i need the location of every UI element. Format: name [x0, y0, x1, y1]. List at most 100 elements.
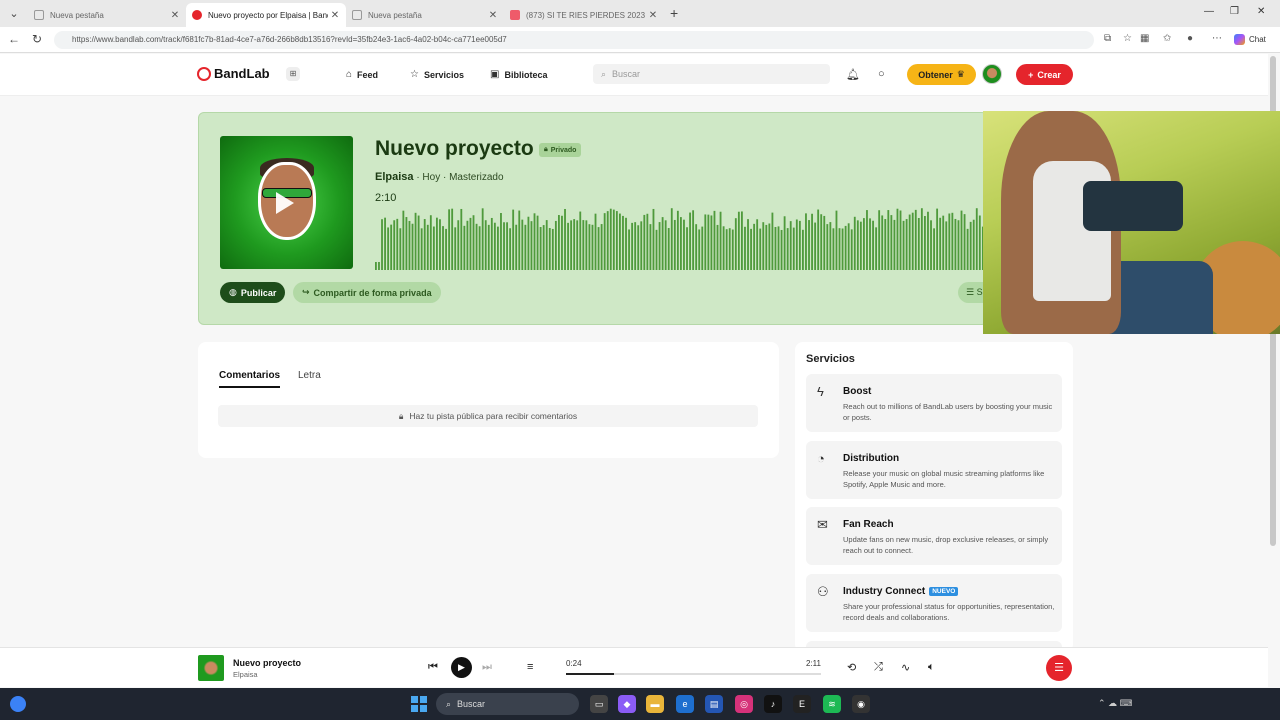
tab-title: Nueva pestaña: [50, 10, 104, 20]
waveform-bar: [588, 224, 591, 270]
service-boost[interactable]: ϟ Boost Reach out to millions of BandLab…: [806, 374, 1062, 432]
play-icon[interactable]: [276, 192, 294, 214]
waveform-bar: [527, 216, 530, 270]
compartir-privado-button[interactable]: ↪ Compartir de forma privada: [293, 282, 441, 303]
close-icon[interactable]: ✕: [328, 10, 342, 21]
player-artist[interactable]: Elpaisa: [233, 670, 258, 679]
tab-letra[interactable]: Letra: [298, 370, 321, 381]
play-button[interactable]: ▶: [451, 657, 472, 678]
player-thumbnail[interactable]: [198, 655, 224, 681]
waveform-bar: [396, 218, 399, 270]
favorite-star-icon[interactable]: ☆: [1123, 33, 1132, 44]
reload-icon[interactable]: ↻: [32, 32, 42, 46]
waveform-bar: [622, 215, 624, 270]
crear-button[interactable]: + Crear: [1016, 64, 1073, 85]
shuffle-icon[interactable]: ⤮: [874, 661, 883, 674]
waveform-bar: [859, 221, 862, 270]
epic-games-icon[interactable]: E: [793, 695, 811, 713]
app-available-icon[interactable]: ⧉: [1104, 33, 1111, 44]
back-icon[interactable]: ←: [8, 32, 20, 46]
waveform-bar: [594, 213, 597, 270]
waveform-bar: [686, 227, 688, 270]
waveform-bar: [585, 220, 588, 270]
close-icon[interactable]: ✕: [646, 10, 660, 21]
spotify-icon[interactable]: ≋: [823, 695, 841, 713]
restore-icon[interactable]: ❐: [1230, 6, 1239, 17]
waveform-bar: [884, 219, 887, 270]
file-explorer-icon[interactable]: ▬: [646, 695, 664, 713]
waveform-bar: [823, 215, 826, 270]
queue-icon[interactable]: ≡: [527, 661, 533, 673]
service-fan-reach[interactable]: ✉ Fan Reach Update fans on new music, dr…: [806, 507, 1062, 565]
nav-feed[interactable]: ⌂ Feed: [346, 69, 378, 80]
waveform-bar: [975, 208, 978, 270]
url-field[interactable]: https://www.bandlab.com/track/f681fc7b-8…: [54, 31, 1094, 49]
waveform-bar: [820, 214, 823, 270]
publicar-button[interactable]: ◍ Publicar: [220, 282, 286, 303]
waveform-bar: [747, 219, 749, 270]
tab-title: Nueva pestaña: [368, 10, 422, 20]
waveform-bar: [655, 229, 658, 270]
waveform-bar: [454, 227, 457, 270]
player-track-title[interactable]: Nuevo proyecto: [233, 658, 301, 668]
service-desc: Share your professional status for oppor…: [843, 602, 1055, 622]
progress-bar[interactable]: [566, 673, 821, 675]
apps-grid-icon[interactable]: ⊞: [286, 67, 300, 81]
waveform-bar: [472, 215, 475, 270]
publicar-label: Publicar: [240, 287, 277, 298]
waveform-bar: [780, 229, 783, 270]
obtener-button[interactable]: Obtener ♛: [907, 64, 976, 85]
volume-icon[interactable]: 🔈︎: [928, 661, 935, 674]
nav-biblioteca[interactable]: ▣ Biblioteca: [490, 69, 547, 80]
reader-mode-icon[interactable]: ▦: [1140, 33, 1149, 44]
weather-widget-icon[interactable]: [10, 696, 26, 712]
waveform[interactable]: [375, 208, 985, 270]
browser-tab-active[interactable]: Nuevo proyecto por Elpaisa | Band ✕: [186, 3, 346, 27]
favorites-icon[interactable]: ✩: [1163, 33, 1171, 44]
previous-icon[interactable]: ⏮: [428, 661, 438, 674]
copilot-chat-button[interactable]: Chat: [1234, 34, 1266, 45]
instagram-icon[interactable]: ◎: [735, 695, 753, 713]
profile-icon[interactable]: ●: [1187, 33, 1193, 44]
task-view-icon[interactable]: ▭: [590, 695, 608, 713]
waveform-bar: [957, 220, 960, 270]
tiktok-icon[interactable]: ♪: [764, 695, 782, 713]
window-close-icon[interactable]: ✕: [1257, 6, 1265, 17]
service-distribution[interactable]: ◔ Distribution Release your music on glo…: [806, 441, 1062, 499]
artist-link[interactable]: Elpaisa: [375, 171, 414, 183]
effects-icon[interactable]: ∿: [901, 661, 910, 674]
new-tab-icon[interactable]: +: [670, 5, 678, 21]
bandlab-logo[interactable]: BandLab: [197, 66, 270, 81]
close-icon[interactable]: ✕: [168, 10, 182, 21]
waveform-bar: [530, 221, 533, 270]
track-cover-art[interactable]: [220, 136, 353, 269]
system-tray[interactable]: ⌃ ☁ ⌨: [1098, 698, 1133, 709]
app-icon[interactable]: ◉: [852, 695, 870, 713]
browser-tab[interactable]: Nueva pestaña ✕: [346, 3, 504, 27]
waveform-bar: [911, 212, 914, 270]
store-icon[interactable]: ▤: [705, 695, 723, 713]
messages-icon[interactable]: ○: [878, 68, 885, 80]
close-icon[interactable]: ✕: [486, 10, 500, 21]
user-avatar[interactable]: [982, 64, 1002, 84]
tab-comentarios[interactable]: Comentarios: [219, 370, 281, 388]
waveform-bar: [463, 225, 466, 270]
next-icon[interactable]: ⏭: [482, 661, 492, 674]
notifications-bell-icon[interactable]: 🔔︎: [846, 68, 860, 81]
service-industry-connect[interactable]: ⚇ Industry Connect NUEVO Share your prof…: [806, 574, 1062, 632]
windows-start-icon[interactable]: [411, 696, 427, 712]
copilot-app-icon[interactable]: ◆: [618, 695, 636, 713]
player-menu-button[interactable]: ☰: [1046, 655, 1072, 681]
tab-actions-icon[interactable]: ⌄: [6, 6, 22, 22]
nav-servicios[interactable]: ☆ Servicios: [410, 69, 464, 80]
minimize-icon[interactable]: —: [1204, 6, 1214, 17]
waveform-bar: [753, 223, 756, 270]
search-input[interactable]: ⌕ Buscar: [593, 64, 830, 84]
repeat-icon[interactable]: ⟲: [847, 661, 856, 674]
browser-tab[interactable]: (873) SI TE RIES PIERDES 2023 - (S ✕: [504, 3, 664, 27]
waveform-bar: [908, 214, 911, 270]
edge-icon[interactable]: e: [676, 695, 694, 713]
browser-tab[interactable]: Nueva pestaña ✕: [28, 3, 186, 27]
taskbar-search[interactable]: ⌕ Buscar: [436, 693, 579, 715]
more-icon[interactable]: ⋯: [1212, 33, 1222, 44]
